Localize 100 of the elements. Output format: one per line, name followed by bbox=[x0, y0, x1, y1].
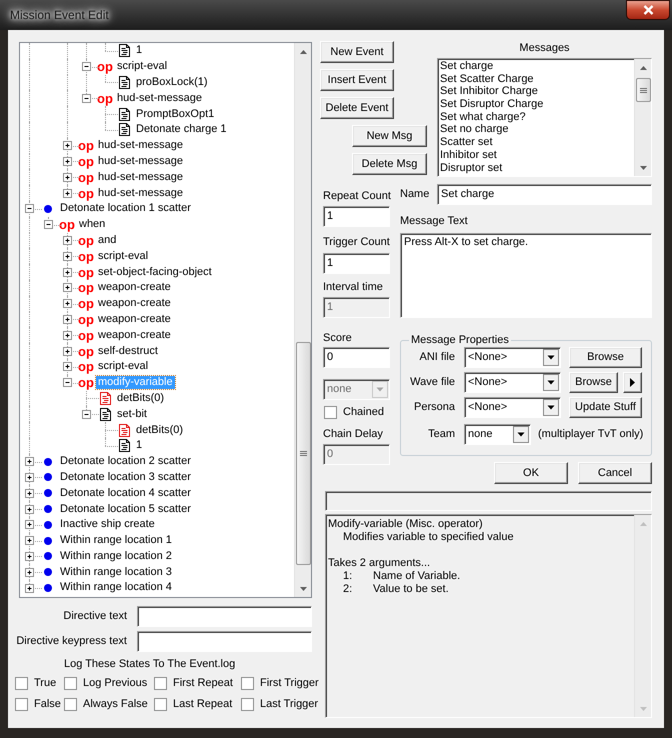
plus-box-icon[interactable] bbox=[25, 473, 34, 482]
list-item[interactable]: Set Inhibitor Charge bbox=[440, 85, 634, 98]
plus-box-icon[interactable] bbox=[25, 488, 34, 498]
plus-box-icon[interactable] bbox=[63, 141, 72, 150]
tree-item[interactable]: detBits(0) bbox=[115, 392, 166, 405]
scrollbar-thumb[interactable] bbox=[636, 78, 650, 102]
scrollbar-track[interactable] bbox=[294, 43, 311, 597]
scroll-up-icon[interactable] bbox=[640, 66, 646, 70]
event-tree[interactable] bbox=[19, 42, 312, 598]
plus-box-icon[interactable] bbox=[63, 299, 72, 308]
list-item[interactable]: Set Disruptor Charge bbox=[440, 98, 634, 111]
tree-item[interactable]: weapon-create bbox=[96, 297, 173, 310]
plus-box-icon[interactable] bbox=[63, 283, 72, 292]
plus-box-icon[interactable] bbox=[25, 536, 34, 546]
tree-item[interactable]: 1 bbox=[134, 44, 144, 58]
plus-box-icon[interactable] bbox=[63, 268, 72, 277]
text-field[interactable] bbox=[137, 606, 312, 627]
text-field[interactable]: 1 bbox=[323, 253, 390, 274]
plus-box-icon[interactable] bbox=[25, 552, 34, 561]
play-icon[interactable] bbox=[630, 378, 635, 387]
scroll-up-icon[interactable] bbox=[300, 50, 306, 54]
tree-item[interactable]: proBoxLock(1) bbox=[134, 76, 210, 89]
close-button[interactable] bbox=[626, 0, 670, 20]
tree-item[interactable]: Detonate location 5 scatter bbox=[58, 502, 193, 516]
button[interactable]: Delete Event bbox=[320, 97, 394, 119]
plus-box-icon[interactable] bbox=[63, 346, 72, 356]
list-item[interactable]: Set charge bbox=[440, 60, 634, 73]
text-field[interactable]: 1 bbox=[323, 206, 390, 227]
dropdown[interactable]: <None> bbox=[464, 347, 561, 368]
tree-item[interactable]: hud-set-message bbox=[96, 154, 185, 168]
plus-box-icon[interactable] bbox=[63, 362, 72, 372]
checkbox[interactable] bbox=[15, 677, 28, 690]
button[interactable]: New Msg bbox=[352, 125, 427, 147]
dropdown[interactable]: <None> bbox=[464, 397, 561, 418]
dropdown[interactable]: <None> bbox=[464, 372, 561, 393]
button[interactable]: Insert Event bbox=[320, 69, 394, 91]
tree-item[interactable]: when bbox=[77, 218, 108, 232]
tree-item[interactable]: and bbox=[96, 234, 118, 247]
tree-item[interactable]: weapon-create bbox=[96, 312, 173, 326]
tree-item[interactable]: script-eval bbox=[96, 250, 150, 263]
play-button[interactable] bbox=[623, 372, 642, 393]
checkbox[interactable] bbox=[154, 698, 167, 711]
tree-item[interactable]: self-destruct bbox=[96, 344, 160, 358]
plus-box-icon[interactable] bbox=[63, 315, 72, 324]
checkbox[interactable] bbox=[241, 677, 254, 690]
text-field[interactable] bbox=[137, 631, 312, 652]
text-field[interactable]: 0 bbox=[323, 347, 390, 368]
button[interactable]: Update Stuff bbox=[569, 397, 642, 418]
tree-item[interactable]: hud-set-message bbox=[115, 92, 204, 105]
tree-item[interactable]: set-bit bbox=[115, 408, 149, 421]
plus-box-icon[interactable] bbox=[63, 188, 72, 198]
text-field[interactable]: Set charge bbox=[437, 184, 652, 205]
tree-item[interactable]: Inactive ship create bbox=[58, 518, 157, 532]
checkbox[interactable] bbox=[154, 677, 167, 690]
tree-item[interactable]: Within range location 3 bbox=[58, 566, 174, 579]
minus-box-icon[interactable] bbox=[63, 378, 72, 388]
plus-box-icon[interactable] bbox=[25, 584, 34, 593]
tree-item[interactable]: weapon-create bbox=[96, 281, 173, 294]
checkbox[interactable] bbox=[324, 406, 337, 419]
plus-box-icon[interactable] bbox=[63, 172, 72, 182]
list-item[interactable]: Set no charge bbox=[440, 123, 634, 136]
tree-item[interactable]: Detonate location 4 scatter bbox=[58, 486, 193, 500]
plus-box-icon[interactable] bbox=[63, 157, 72, 166]
close-icon[interactable] bbox=[642, 5, 654, 15]
tree-item[interactable]: Detonate charge 1 bbox=[134, 123, 229, 136]
minus-box-icon[interactable] bbox=[25, 204, 34, 214]
scroll-down-icon[interactable] bbox=[640, 166, 646, 170]
button[interactable]: Cancel bbox=[578, 462, 652, 484]
checkbox[interactable] bbox=[241, 698, 254, 711]
button[interactable]: OK bbox=[494, 462, 568, 484]
tree-item[interactable]: set-object-facing-object bbox=[96, 266, 214, 279]
tree-item[interactable]: script-eval bbox=[115, 60, 170, 74]
tree-item[interactable]: Detonate location 1 scatter bbox=[58, 202, 193, 216]
checkbox[interactable] bbox=[64, 698, 77, 711]
message-text-area[interactable]: Press Alt-X to set charge. bbox=[400, 233, 652, 318]
plus-box-icon[interactable] bbox=[63, 252, 72, 261]
messages-list[interactable]: Set charge Set Scatter Charge Set Inhibitor Charge Set Disruptor Charge Set what charge? Set no charge Scatter set Inhibitor set Disruptor set bbox=[437, 58, 652, 177]
list-item[interactable]: Set what charge? bbox=[440, 110, 634, 124]
tree-item[interactable]: Detonate location 3 scatter bbox=[58, 470, 193, 484]
button[interactable]: Delete Msg bbox=[352, 153, 427, 175]
plus-box-icon[interactable] bbox=[25, 504, 34, 514]
button[interactable]: Browse bbox=[569, 372, 618, 393]
tree-item[interactable]: hud-set-message bbox=[96, 186, 185, 200]
tree-item[interactable]: PromptBoxOpt1 bbox=[134, 108, 216, 121]
scroll-down-icon[interactable] bbox=[300, 586, 306, 590]
minus-box-icon[interactable] bbox=[82, 410, 91, 419]
tree-item[interactable]: detBits(0) bbox=[134, 424, 186, 437]
list-item[interactable]: Disruptor set bbox=[440, 162, 634, 174]
tree-item[interactable]: hud-set-message bbox=[96, 170, 185, 184]
tree-item[interactable]: Detonate location 2 scatter bbox=[58, 455, 193, 468]
list-item[interactable]: Inhibitor set bbox=[440, 148, 634, 162]
tree-item[interactable]: weapon-create bbox=[96, 328, 173, 342]
tree-item[interactable]: script-eval bbox=[96, 360, 150, 374]
plus-box-icon[interactable] bbox=[63, 330, 72, 340]
scrollbar-track[interactable] bbox=[634, 59, 651, 176]
minus-box-icon[interactable] bbox=[82, 94, 91, 103]
list-item[interactable]: Scatter set bbox=[440, 136, 634, 149]
plus-box-icon[interactable] bbox=[25, 520, 34, 530]
plus-box-icon[interactable] bbox=[25, 568, 34, 577]
scrollbar-thumb[interactable] bbox=[296, 342, 310, 565]
